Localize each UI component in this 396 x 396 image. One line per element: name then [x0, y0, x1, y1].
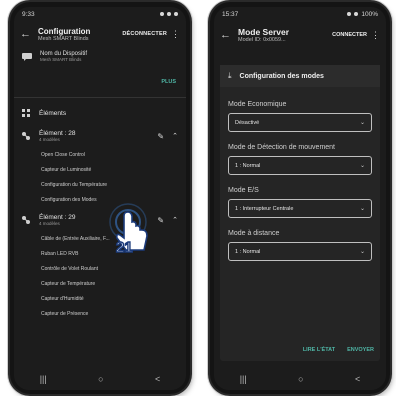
app-bar: ← Configuration Mesh SMART Blinds DÉCONN… — [14, 21, 186, 47]
model-item[interactable]: Câble de (Entrée Auxiliaire, F... — [14, 232, 186, 247]
select-value: 1 : Normal — [235, 248, 261, 255]
divider — [14, 97, 186, 98]
hub-icon — [22, 132, 30, 140]
more-vert-icon[interactable]: ⋮ — [171, 29, 180, 40]
element-name: Élément : 28 — [39, 130, 76, 137]
card-actions: LIRE L'ÉTAT ENVOYER — [303, 347, 374, 353]
page-title: Configuration — [38, 26, 91, 36]
element-28-models: Open Close Control Capteur de Luminosité… — [14, 148, 186, 208]
back-arrow-icon[interactable]: ← — [220, 29, 234, 41]
nav-bar: ||| ○ < — [14, 368, 186, 390]
elements-label: Éléments — [39, 109, 67, 117]
page-title: Mode Server — [238, 27, 290, 37]
model-item[interactable]: Configuration du Température — [14, 178, 186, 193]
send-button[interactable]: ENVOYER — [347, 347, 374, 353]
dropdown-arrow-icon: ⌄ — [359, 249, 365, 255]
page-subtitle: Model ID: 0x0059... — [238, 37, 286, 43]
home-icon[interactable]: ○ — [98, 374, 103, 384]
disconnect-button[interactable]: DÉCONNECTER — [122, 31, 167, 37]
io-mode-label: Mode E/S — [228, 187, 259, 194]
download-icon: ⤓ — [228, 71, 232, 80]
back-icon[interactable]: < — [155, 374, 160, 384]
app-bar: ← Mode Server Model ID: 0x0059... CONNEC… — [214, 21, 386, 49]
io-mode-select[interactable]: 1 : Interrupteur Centrale ⌄ — [228, 199, 372, 218]
select-value: 1 : Normal — [235, 162, 261, 169]
element-29-header[interactable]: Élément : 29 4 modèles ✎ ⌃ — [14, 208, 186, 232]
back-icon[interactable]: < — [355, 374, 360, 384]
select-value: 1 : Interrupteur Centrale — [235, 205, 294, 212]
device-name-value: Mesh SMART Blinds — [40, 57, 82, 62]
more-vert-icon[interactable]: ⋮ — [371, 30, 380, 41]
model-item[interactable]: Configuration des Modes — [14, 193, 186, 208]
status-bar: 9:33 — [14, 7, 186, 21]
elements-section-title: Éléments — [14, 102, 186, 124]
model-item[interactable]: Capteur de Luminosité — [14, 163, 186, 178]
hub-icon — [22, 216, 30, 224]
remote-mode-select[interactable]: 1 : Normal ⌄ — [228, 242, 372, 261]
model-item[interactable]: Capteur de Présence — [14, 307, 186, 322]
right-screen: 15:37 100% ← Mode Server Model ID: 0x005… — [214, 7, 386, 390]
eco-mode-select[interactable]: Désactivé ⌄ — [228, 113, 372, 132]
element-28-header[interactable]: Élément : 28 4 modèles ✎ ⌃ — [14, 124, 186, 148]
battery-icon — [174, 12, 178, 16]
chat-icon — [22, 53, 32, 61]
device-name-row[interactable]: Nom du Dispositif Mesh SMART Blinds — [14, 47, 186, 73]
edit-pencil-icon[interactable]: ✎ — [157, 132, 164, 141]
dropdown-arrow-icon: ⌄ — [359, 120, 365, 126]
card-header: ⤓ Configuration des modes — [220, 65, 380, 87]
chevron-up-icon[interactable]: ⌃ — [172, 216, 178, 224]
dropdown-arrow-icon: ⌄ — [359, 163, 365, 169]
select-value: Désactivé — [235, 119, 260, 126]
grid-icon — [22, 109, 30, 117]
model-item[interactable]: Contrôle de Volet Roulant — [14, 262, 186, 277]
model-item[interactable]: Open Close Control — [14, 148, 186, 163]
model-item[interactable]: Capteur de Température — [14, 277, 186, 292]
signal-icon — [160, 12, 164, 16]
recents-icon[interactable]: ||| — [240, 374, 247, 384]
edit-pencil-icon[interactable]: ✎ — [157, 216, 164, 225]
element-29-models: Câble de (Entrée Auxiliaire, F... Ruban … — [14, 232, 186, 322]
left-screen: 9:33 ← Configuration Mesh SMART Blinds D… — [14, 7, 186, 390]
eco-mode-label: Mode Economique — [228, 101, 287, 108]
chevron-up-icon[interactable]: ⌃ — [172, 132, 178, 140]
element-models-count: 4 modèles — [39, 137, 60, 142]
status-bar: 15:37 100% — [214, 7, 386, 21]
status-time: 15:37 — [222, 10, 239, 18]
dropdown-arrow-icon: ⌄ — [359, 206, 365, 212]
wifi-icon — [354, 12, 359, 16]
plus-button[interactable]: PLUS — [14, 73, 186, 93]
home-icon[interactable]: ○ — [298, 374, 303, 384]
model-item[interactable]: Capteur d'Humidité — [14, 292, 186, 307]
remote-mode-label: Mode à distance — [228, 230, 280, 237]
left-phone: 9:33 ← Configuration Mesh SMART Blinds D… — [10, 2, 190, 394]
read-state-button[interactable]: LIRE L'ÉTAT — [303, 347, 335, 353]
nav-bar: ||| ○ < — [214, 368, 386, 390]
status-time: 9:33 — [22, 10, 35, 18]
model-item[interactable]: Ruban LED RVB — [14, 247, 186, 262]
page-subtitle: Mesh SMART Blinds — [38, 35, 89, 42]
recents-icon[interactable]: ||| — [40, 374, 47, 384]
right-phone: 15:37 100% ← Mode Server Model ID: 0x005… — [210, 2, 390, 394]
signal-icon — [347, 12, 352, 16]
motion-mode-label: Mode de Détection de mouvement — [228, 144, 336, 151]
card-title: Configuration des modes — [239, 72, 324, 80]
wifi-icon — [167, 12, 171, 16]
motion-mode-select[interactable]: 1 : Normal ⌄ — [228, 156, 372, 175]
tap-count-badge: 21 — [115, 238, 133, 256]
battery-percent: 100% — [361, 10, 378, 18]
connect-button[interactable]: CONNECTER — [332, 32, 367, 38]
back-arrow-icon[interactable]: ← — [20, 28, 34, 40]
mode-config-card: ⤓ Configuration des modes Mode Economiqu… — [220, 65, 380, 361]
